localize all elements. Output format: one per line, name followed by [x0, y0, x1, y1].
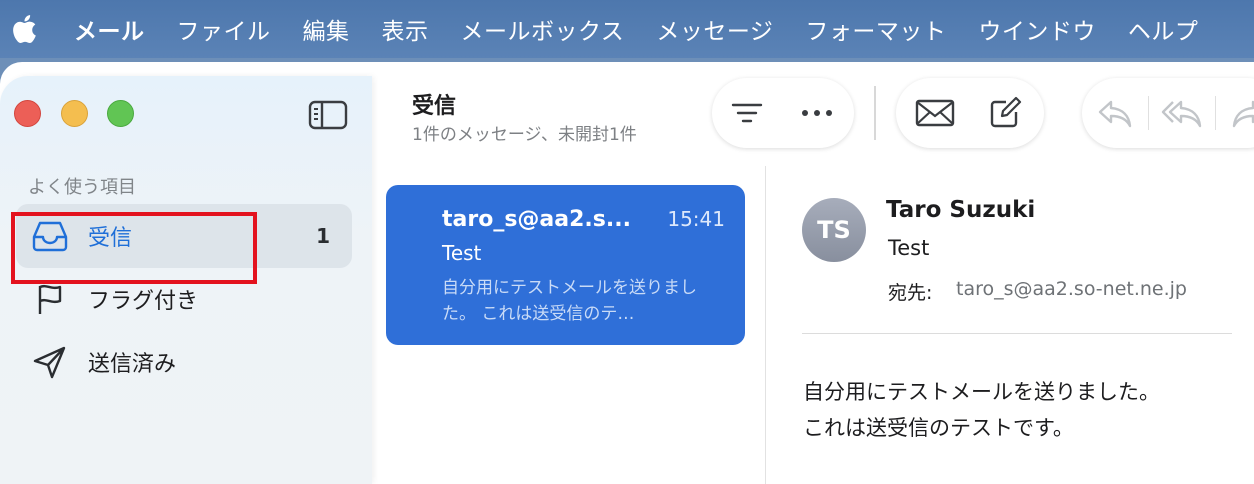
toolbar-group-mail: [896, 78, 1044, 148]
unread-count-badge: 1: [316, 224, 330, 248]
header-divider: [802, 333, 1232, 334]
to-label: 宛先:: [888, 282, 933, 304]
forward-icon[interactable]: [1216, 78, 1254, 148]
sidebar-item-inbox[interactable]: 受信 1: [16, 204, 352, 268]
menu-edit[interactable]: 編集: [303, 12, 350, 46]
reply-all-icon[interactable]: [1149, 78, 1215, 148]
minimize-window-button[interactable]: [61, 100, 88, 127]
pane-divider[interactable]: [765, 166, 766, 484]
sidebar-toggle-icon[interactable]: [308, 100, 348, 130]
menu-message[interactable]: メッセージ: [656, 12, 773, 46]
message-subject: Test: [442, 241, 482, 265]
email-subject: Test: [888, 236, 930, 260]
email-body: 自分用にテストメールを送りました。 これは送受信のテストです。: [803, 374, 1160, 446]
message-sender: taro_s@aa2.s...: [442, 207, 631, 232]
envelope-icon[interactable]: [900, 78, 970, 148]
menu-file[interactable]: ファイル: [177, 12, 271, 46]
inbox-tray-icon: [28, 214, 72, 258]
reply-icon[interactable]: [1082, 78, 1148, 148]
menu-view[interactable]: 表示: [382, 12, 429, 46]
zoom-window-button[interactable]: [107, 100, 134, 127]
sidebar-item-label: フラグ付き: [88, 289, 199, 314]
sidebar-item-label: 送信済み: [88, 352, 177, 377]
flag-icon: [28, 277, 72, 321]
message-time: 15:41: [667, 207, 725, 231]
close-window-button[interactable]: [14, 100, 41, 127]
menu-bar: メール ファイル 編集 表示 メールボックス メッセージ フォーマット ウインド…: [0, 0, 1254, 58]
mailbox-subtitle: 1件のメッセージ、未開封1件: [412, 125, 637, 145]
sender-name[interactable]: Taro Suzuki: [886, 197, 1035, 223]
menu-help[interactable]: ヘルプ: [1128, 12, 1199, 46]
filter-lines-icon[interactable]: [712, 78, 782, 148]
message-preview: 自分用にテストメールを送りました。 これは送受信のテ…: [442, 278, 697, 324]
menu-window[interactable]: ウインドウ: [978, 12, 1096, 46]
email-body-line: これは送受信のテストです。: [803, 416, 1074, 440]
apple-logo-icon[interactable]: [10, 14, 38, 44]
sidebar-item-sent[interactable]: 送信済み: [16, 330, 352, 394]
menu-format[interactable]: フォーマット: [805, 12, 946, 46]
toolbar-group-reply: [1082, 78, 1254, 148]
favorites-section-label: よく使う項目: [28, 177, 136, 198]
compose-icon[interactable]: [970, 78, 1040, 148]
mailbox-title: 受信: [412, 94, 457, 119]
menu-mail[interactable]: メール: [74, 12, 145, 46]
email-body-line: 自分用にテストメールを送りました。: [803, 380, 1160, 404]
more-dots-icon[interactable]: [782, 78, 852, 148]
avatar: TS: [802, 198, 866, 262]
to-address[interactable]: taro_s@aa2.so-net.ne.jp: [956, 278, 1187, 300]
paper-plane-icon: [28, 340, 72, 384]
toolbar-group-view: [712, 78, 854, 148]
toolbar-divider: [874, 86, 876, 140]
sidebar-item-label: 受信: [88, 226, 133, 251]
menu-mailbox[interactable]: メールボックス: [461, 12, 625, 46]
mail-window: よく使う項目 受信 1 フラグ付き 送信済み 受信 1件のメッセージ、未開封1件…: [0, 62, 1254, 484]
message-list-item[interactable]: taro_s@aa2.s... 15:41 Test 自分用にテストメールを送り…: [386, 185, 745, 345]
sidebar-item-flagged[interactable]: フラグ付き: [16, 267, 352, 331]
sidebar: よく使う項目 受信 1 フラグ付き 送信済み: [0, 76, 372, 484]
